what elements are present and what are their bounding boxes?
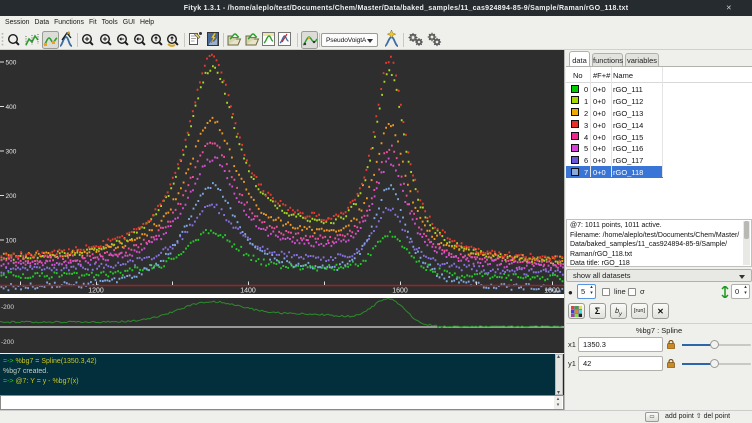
svg-text:-200: -200 bbox=[1, 304, 14, 311]
svg-text:-200: -200 bbox=[1, 339, 14, 346]
svg-text:200: 200 bbox=[6, 193, 17, 200]
svg-text:100: 100 bbox=[6, 237, 17, 244]
svg-text:500: 500 bbox=[6, 59, 17, 66]
svg-text:400: 400 bbox=[6, 104, 17, 111]
svg-text:300: 300 bbox=[6, 148, 17, 155]
